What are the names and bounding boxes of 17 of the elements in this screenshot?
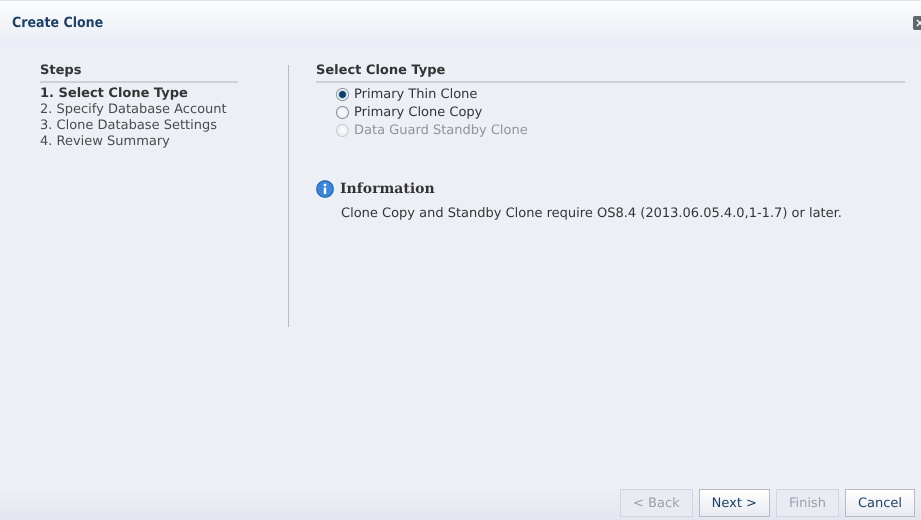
radio-button[interactable] [336, 88, 349, 101]
section-heading: Select Clone Type [316, 63, 905, 83]
steps-heading: Steps [40, 63, 238, 83]
radio-label: Primary Thin Clone [354, 87, 478, 102]
radio-button[interactable] [336, 106, 349, 119]
wizard-button[interactable]: Next > [698, 489, 770, 517]
radio-label: Primary Clone Copy [354, 105, 482, 120]
step-item: 3. Clone Database Settings [40, 118, 218, 134]
wizard-button[interactable]: Cancel [844, 489, 915, 517]
info-text: Clone Copy and Standby Clone require OS8.4 (2013.06.05.4.0,1-1.7) or later. [341, 206, 843, 221]
info-title: Information [340, 181, 435, 197]
step-item: 1. Select Clone Type [40, 86, 189, 102]
step-item: 2. Specify Database Account [40, 102, 228, 118]
info-icon [316, 180, 334, 198]
step-item: 4. Review Summary [40, 134, 171, 150]
radio-label: Data Guard Standby Clone [354, 123, 528, 138]
window-title: Create Clone [12, 15, 104, 31]
